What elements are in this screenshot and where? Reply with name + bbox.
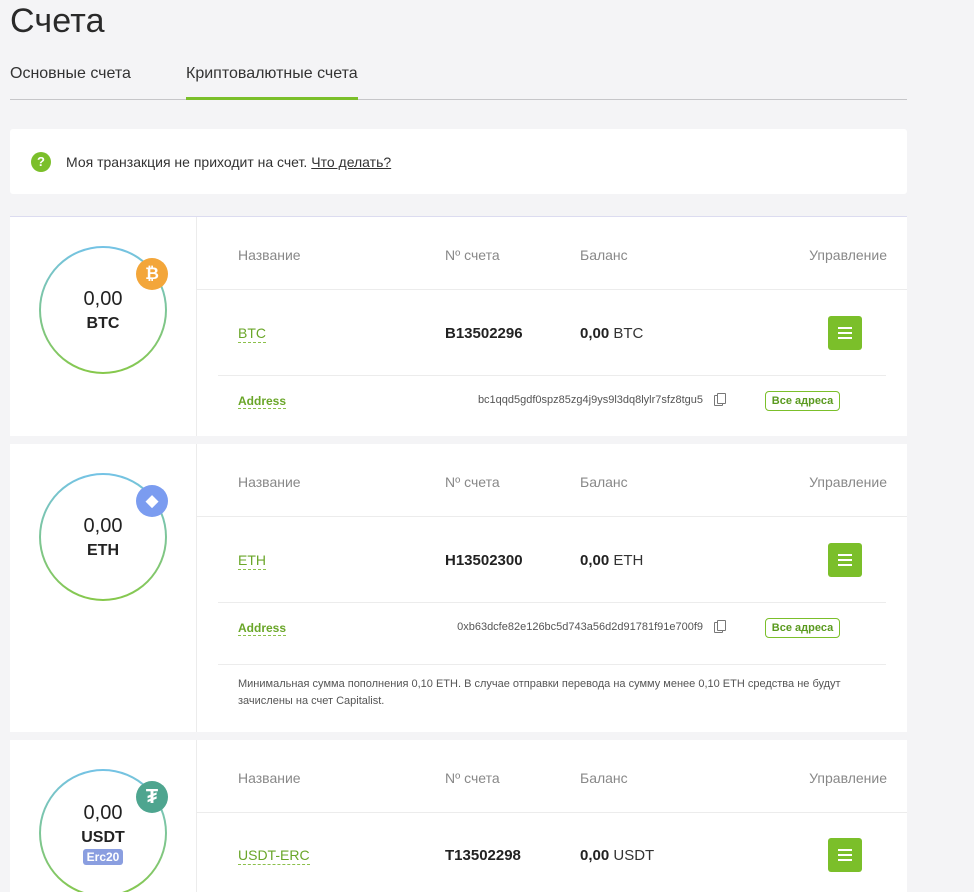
ring-amount: 0,00 — [83, 801, 123, 824]
ring-amount: 0,00 — [83, 514, 123, 537]
account-menu-button[interactable] — [828, 316, 862, 350]
account-balance: 0,00 BTC — [580, 325, 643, 342]
header-name: Название — [238, 247, 301, 263]
ring-currency: BTC — [86, 314, 120, 332]
tab-main-accounts[interactable]: Основные счета — [10, 65, 131, 97]
account-name-link[interactable]: USDT-ERC — [238, 847, 310, 865]
header-name: Название — [238, 474, 301, 490]
account-details: Название Nº счета Баланс Управление USDT… — [197, 740, 907, 892]
balance-currency: USDT — [613, 847, 655, 864]
address-label[interactable]: Address — [238, 621, 287, 636]
tether-icon: ₮ — [136, 781, 168, 813]
ring-currency: ETH — [87, 541, 119, 559]
balance-amount: 0,00 — [580, 847, 610, 864]
account-name-link[interactable]: BTC — [238, 325, 266, 343]
balance-panel: 0,00 ETH ◆ — [10, 444, 197, 732]
balance-currency: ETH — [613, 552, 644, 569]
header-account: Nº счета — [445, 770, 500, 786]
account-details: Название Nº счета Баланс Управление BTC … — [197, 217, 907, 436]
ethereum-icon: ◆ — [136, 485, 168, 517]
account-number: H13502300 — [445, 552, 523, 569]
divider — [218, 375, 886, 376]
account-card-btc: 0,00 BTC ₿ Название Nº счета Баланс Упра… — [10, 216, 907, 436]
ring-amount: 0,00 — [83, 287, 123, 310]
transaction-notice: ? Моя транзакция не приходит на счет. Чт… — [10, 129, 907, 194]
divider — [197, 812, 907, 813]
balance-amount: 0,00 — [580, 552, 610, 569]
account-card-eth: 0,00 ETH ◆ Название Nº счета Баланс Упра… — [10, 444, 907, 732]
balance-panel: 0,00 BTC ₿ — [10, 217, 197, 436]
page: Счета Основные счета Криптовалютные счет… — [0, 0, 974, 892]
account-card-usdt: 0,00 USDT Erc20 ₮ Название Nº счета Бала… — [10, 740, 907, 892]
wallet-address: 0xb63dcfe82e126bc5d743a56d2d91781f91e700… — [457, 621, 703, 633]
network-badge: Erc20 — [82, 848, 124, 865]
account-balance: 0,00 ETH — [580, 552, 643, 569]
balance-panel: 0,00 USDT Erc20 ₮ — [10, 740, 197, 892]
all-addresses-button[interactable]: Все адреса — [765, 391, 840, 411]
divider — [218, 664, 886, 665]
page-title: Счета — [10, 2, 105, 40]
account-number: T13502298 — [445, 847, 521, 864]
header-management: Управление — [809, 247, 887, 263]
tab-crypto-accounts[interactable]: Криптовалютные счета — [186, 65, 358, 100]
copy-icon[interactable] — [714, 393, 726, 406]
header-balance: Баланс — [580, 474, 628, 490]
all-addresses-button[interactable]: Все адреса — [765, 618, 840, 638]
account-name-link[interactable]: ETH — [238, 552, 266, 570]
copy-icon[interactable] — [714, 620, 726, 633]
account-menu-button[interactable] — [828, 543, 862, 577]
divider — [218, 602, 886, 603]
account-menu-button[interactable] — [828, 838, 862, 872]
notice-text: Моя транзакция не приходит на счет. — [66, 153, 308, 170]
header-account: Nº счета — [445, 474, 500, 490]
balance-currency: BTC — [613, 325, 644, 342]
address-label[interactable]: Address — [238, 394, 287, 409]
wallet-address: bc1qqd5gdf0spz85zg4j9ys9l3dq8lylr7sfz8tg… — [477, 394, 703, 406]
minimum-deposit-note: Минимальная сумма пополнения 0,10 ETH. В… — [238, 678, 841, 707]
account-details: Название Nº счета Баланс Управление ETH … — [197, 444, 907, 732]
header-balance: Баланс — [580, 770, 628, 786]
divider — [197, 289, 907, 290]
balance-amount: 0,00 — [580, 325, 610, 342]
header-management: Управление — [809, 474, 887, 490]
header-balance: Баланс — [580, 247, 628, 263]
tabs: Основные счета Криптовалютные счета — [10, 56, 907, 100]
account-number: B13502296 — [445, 325, 523, 342]
account-balance: 0,00 USDT — [580, 847, 654, 864]
bitcoin-icon: ₿ — [136, 258, 168, 290]
ring-currency: USDT — [81, 828, 125, 846]
what-to-do-link[interactable]: Что делать? — [311, 154, 391, 170]
divider — [197, 516, 907, 517]
header-account: Nº счета — [445, 247, 500, 263]
question-icon: ? — [31, 151, 51, 172]
header-name: Название — [238, 770, 301, 786]
header-management: Управление — [809, 770, 887, 786]
